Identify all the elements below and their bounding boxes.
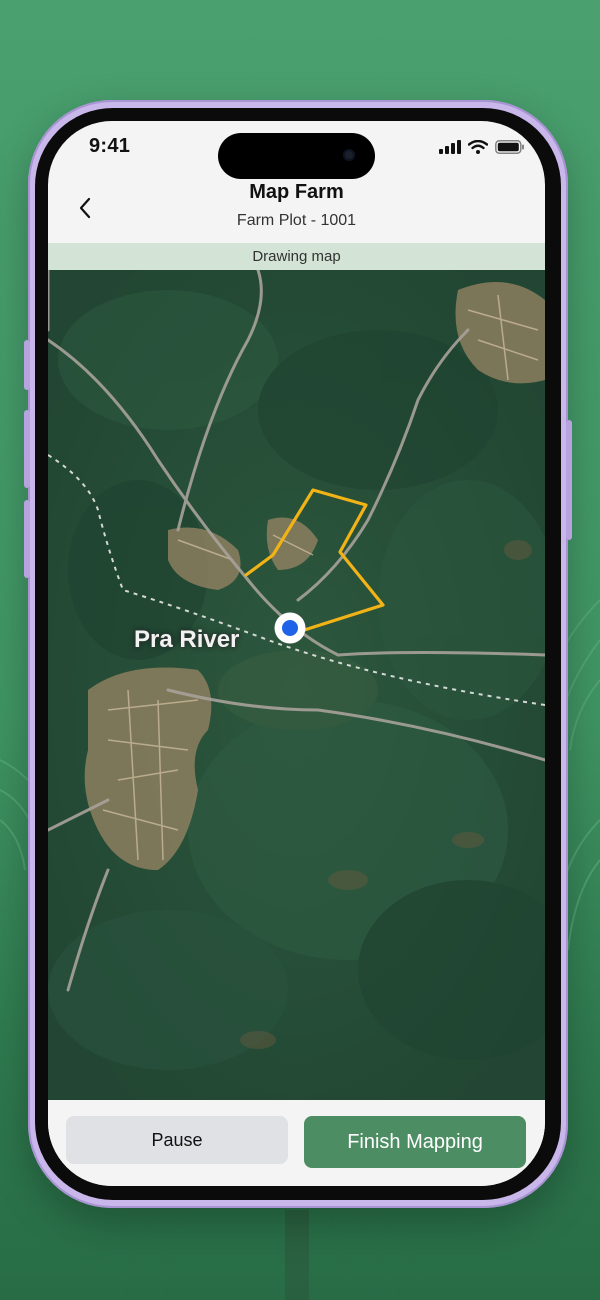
page-title: Map Farm (249, 181, 344, 203)
page-subtitle: Farm Plot - 1001 (236, 212, 357, 229)
phone-side-button (566, 420, 572, 540)
status-time: 9:41 (89, 135, 131, 157)
satellite-map-image (48, 270, 545, 1100)
app-screen: 9:41 Map Farm Farm Plot - 1001 Drawing m… (48, 121, 545, 1186)
dynamic-island (218, 133, 375, 179)
camera-icon (343, 149, 355, 161)
phone-side-button (24, 340, 30, 390)
app-header: Map Farm Farm Plot - 1001 (48, 175, 545, 243)
phone-side-button (24, 500, 30, 578)
status-icons (439, 139, 525, 155)
phone-side-button (24, 410, 30, 488)
finish-mapping-button[interactable]: Finish Mapping (304, 1116, 526, 1168)
bottom-action-bar: Pause Finish Mapping (48, 1100, 545, 1186)
wifi-icon (468, 140, 488, 154)
current-location-marker (274, 612, 306, 644)
satellite-map[interactable]: Pra River (48, 270, 545, 1100)
status-bar: 9:41 (48, 121, 545, 179)
status-banner: Drawing map (48, 243, 545, 270)
map-place-label: Pra River (134, 626, 240, 653)
cellular-signal-icon (439, 140, 461, 154)
pause-button[interactable]: Pause (66, 1116, 288, 1164)
battery-icon (495, 140, 524, 154)
